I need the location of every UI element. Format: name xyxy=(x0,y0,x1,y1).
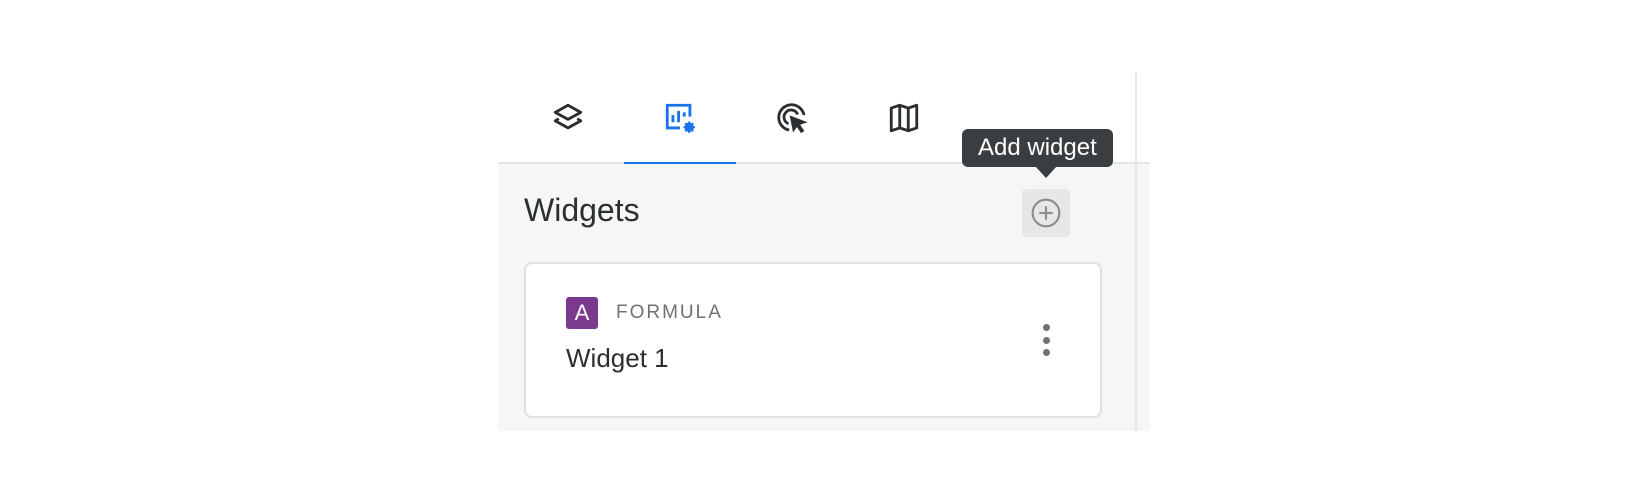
cursor-click-icon xyxy=(777,103,808,134)
widget-type-badge: A xyxy=(566,297,598,329)
kebab-dot-icon xyxy=(1042,336,1050,344)
add-widget-button[interactable] xyxy=(1022,189,1070,237)
tab-basemap[interactable] xyxy=(848,72,960,164)
panel-divider xyxy=(1135,72,1137,431)
section-title: Widgets xyxy=(524,192,640,228)
widget-card[interactable]: A FORMULA Widget 1 xyxy=(524,262,1102,418)
sidebar-panel: Widgets A FORMULA Widget 1 xyxy=(498,72,1150,431)
widget-name: Widget 1 xyxy=(566,343,669,373)
map-icon xyxy=(889,103,919,133)
widget-type-label: FORMULA xyxy=(616,302,723,323)
tab-widgets[interactable] xyxy=(624,72,736,166)
tooltip-arrow xyxy=(1035,166,1057,178)
widgets-section: Widgets A FORMULA Widget 1 xyxy=(498,164,1150,431)
layers-icon xyxy=(553,103,583,130)
widget-more-options-button[interactable] xyxy=(1032,320,1060,360)
tab-interactions[interactable] xyxy=(736,72,848,164)
tab-layers[interactable] xyxy=(512,72,624,164)
kebab-dot-icon xyxy=(1042,324,1050,331)
chart-settings-icon xyxy=(665,103,695,133)
plus-circle-icon xyxy=(1031,198,1061,228)
add-widget-tooltip: Add widget xyxy=(962,129,1113,167)
kebab-dot-icon xyxy=(1042,349,1050,356)
